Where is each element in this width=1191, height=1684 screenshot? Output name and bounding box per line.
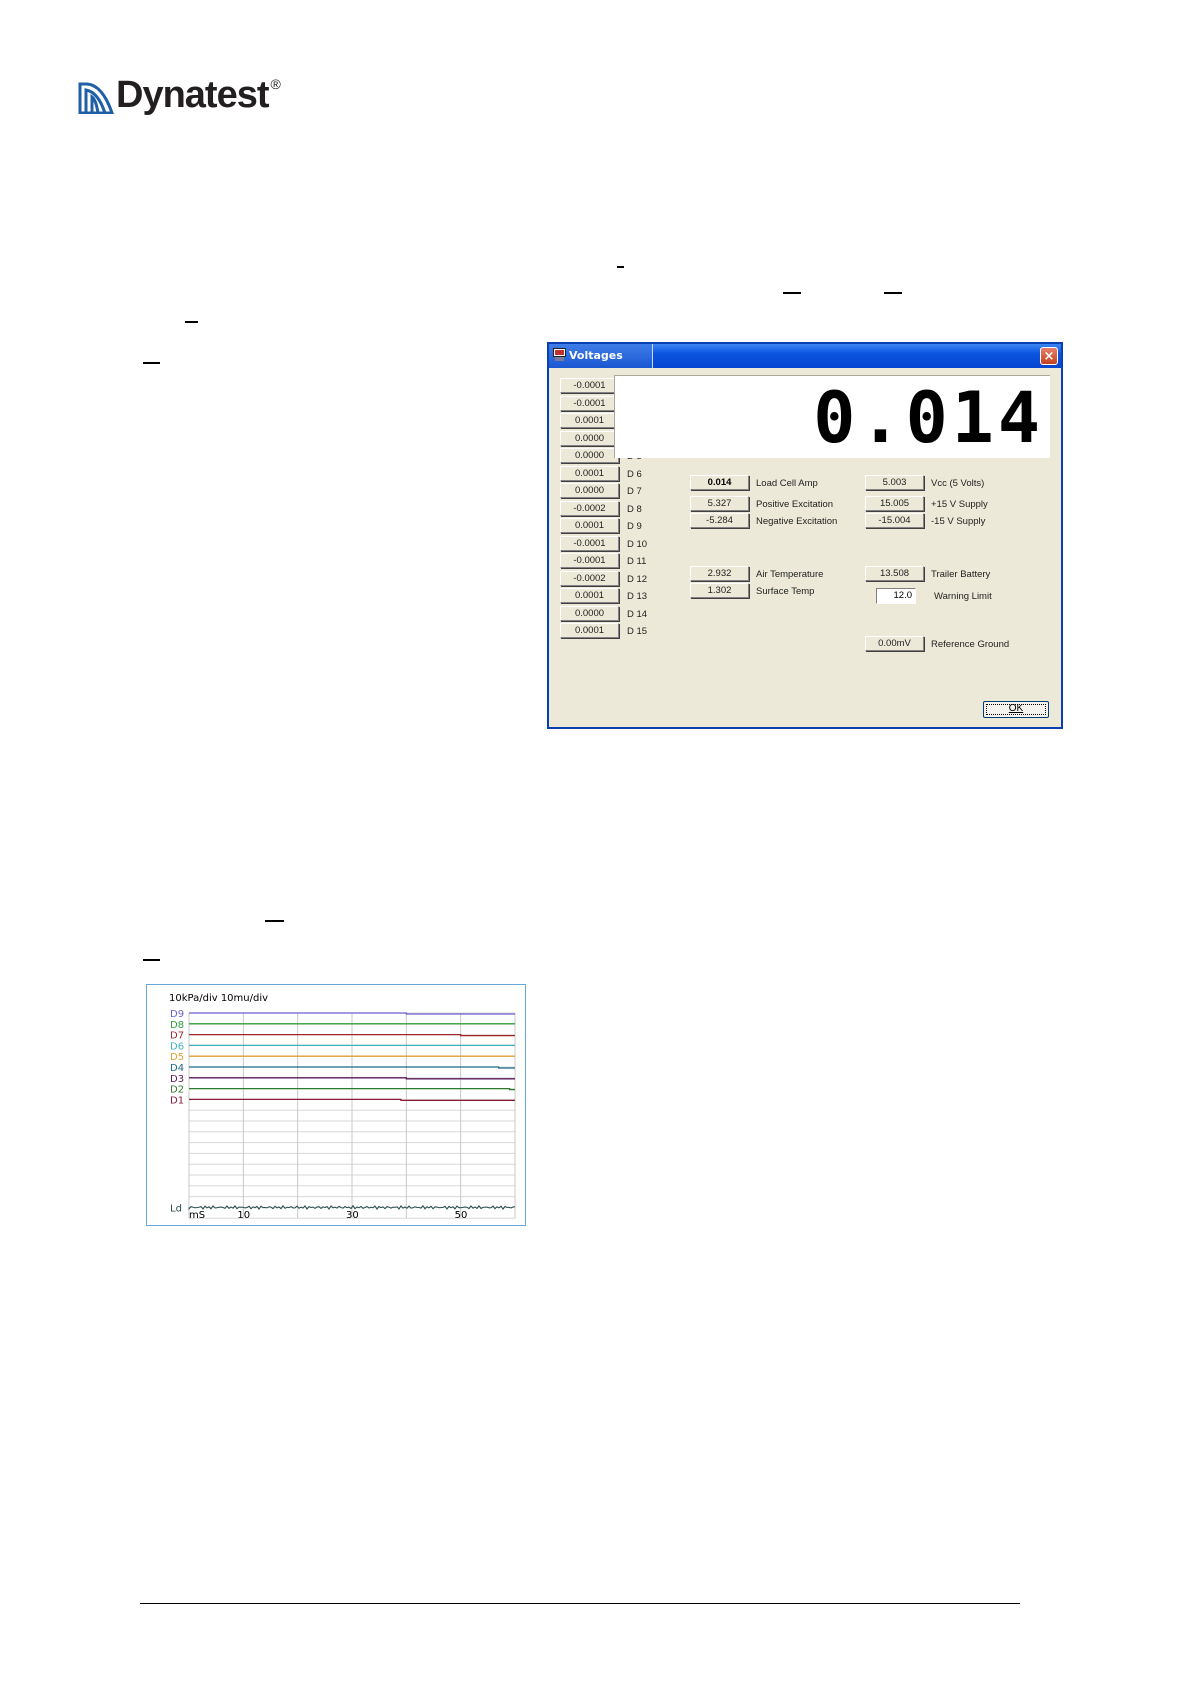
x-tick-label: 10 (237, 1210, 250, 1221)
air-temperature-value: 2.932 (690, 566, 749, 581)
series-label: D4 (170, 1063, 184, 1074)
plus15-supply-label: +15 V Supply (931, 499, 988, 510)
deflector-value: 0.0000 (560, 431, 619, 446)
warning-limit-label: Warning Limit (934, 591, 992, 602)
deflector-label: D 9 (627, 521, 642, 532)
text-mark (783, 292, 801, 294)
deflector-value: -0.0001 (560, 553, 619, 568)
deflector-value: -0.0002 (560, 501, 619, 516)
series-label: D3 (170, 1074, 184, 1085)
deflector-value: 0.0001 (560, 518, 619, 533)
close-button[interactable]: × (1040, 347, 1058, 365)
deflector-value: -0.0001 (560, 396, 619, 411)
text-mark (884, 292, 902, 294)
load-readout-value: 0.014 (813, 377, 1044, 459)
ok-button-label: OK (1008, 703, 1024, 714)
deflector-label: D 13 (627, 591, 648, 602)
trailer-battery-label: Trailer Battery (931, 569, 991, 580)
reference-ground-label: Reference Ground (931, 639, 1010, 650)
plus15-supply-value: 15.005 (865, 496, 924, 511)
positive-excitation-label: Positive Excitation (756, 499, 834, 510)
positive-excitation-value: 5.327 (690, 496, 749, 511)
dialog-titlebar[interactable]: Voltages × (549, 344, 1061, 368)
surface-temp-label: Surface Temp (756, 586, 815, 597)
deflector-value: 0.0001 (560, 466, 619, 481)
deflector-value: 0.0000 (560, 483, 619, 498)
minus15-supply-label: -15 V Supply (931, 516, 986, 527)
ok-button[interactable]: OK (983, 701, 1049, 718)
chart-title: 10kPa/div 10mu/div (169, 993, 268, 1004)
deflector-value: 0.0001 (560, 588, 619, 603)
deflector-value: -0.0002 (560, 571, 619, 586)
negative-excitation-value: -5.284 (690, 513, 749, 528)
series-label: D7 (170, 1031, 184, 1042)
text-mark (143, 959, 160, 961)
dynatest-logo-icon (78, 82, 114, 114)
load-cell-amp-value: 0.014 (690, 475, 749, 490)
series-label: D2 (170, 1085, 184, 1096)
deflection-chart-svg: 10kPa/div 10mu/div D9D8D7D6D5D4D3D2D1 LdmS… (169, 993, 516, 1221)
x-tick-label: 50 (455, 1210, 468, 1221)
minus15-supply-value: -15.004 (865, 513, 924, 528)
deflector-value: -0.0001 (560, 536, 619, 551)
trailer-battery-value: 13.508 (865, 566, 924, 581)
deflector-label: D 15 (627, 626, 648, 637)
deflector-label: D 14 (627, 609, 648, 620)
x-axis-label: mS (189, 1210, 205, 1221)
vcc-value: 5.003 (865, 475, 924, 490)
deflector-label: D 6 (627, 469, 642, 480)
reference-ground-value: 0.00mV (865, 636, 924, 651)
text-mark (185, 321, 198, 323)
series-label: D8 (170, 1020, 184, 1031)
dialog-title: Voltages (569, 349, 623, 362)
negative-excitation-label: Negative Excitation (756, 516, 838, 527)
deflection-chart: 10kPa/div 10mu/div D9 D8 D7 D6 D5 D4 D3 D2 D1 Ld mS… (146, 984, 526, 1226)
logo-wordmark: Dynatest (116, 74, 269, 116)
deflector-label: D 12 (627, 574, 648, 585)
deflector-value: 0.0000 (560, 606, 619, 621)
deflector-value: 0.0001 (560, 623, 619, 638)
series-label: D5 (170, 1052, 184, 1063)
deflector-label: D 7 (627, 486, 642, 497)
footer-rule (140, 1603, 1020, 1604)
text-mark (143, 362, 160, 364)
deflector-label: D 11 (627, 556, 647, 567)
series-label: D1 (170, 1095, 184, 1106)
deflector-label: D 10 (627, 539, 648, 550)
load-cell-amp-label: Load Cell Amp (756, 478, 818, 489)
deflector-value: -0.0001 (560, 378, 619, 393)
dynatest-logo: Dynatest ® (78, 70, 281, 114)
surface-temp-value: 1.302 (690, 583, 749, 598)
load-readout-display: 0.014 (614, 375, 1050, 458)
deflector-value: 0.0000 (560, 448, 619, 463)
deflector-label: D 8 (627, 504, 642, 515)
vcc-label: Vcc (5 Volts) (931, 478, 985, 489)
text-mark (265, 920, 284, 922)
logo-registered-mark: ® (270, 76, 281, 92)
deflector-value: 0.0001 (560, 413, 619, 428)
series-label: D6 (170, 1041, 184, 1052)
series-label: Ld (170, 1203, 182, 1214)
air-temperature-label: Air Temperature (756, 569, 824, 580)
voltmeter-icon (553, 348, 566, 361)
text-mark (617, 266, 624, 268)
series-label: D9 (170, 1009, 184, 1020)
warning-limit-input[interactable]: 12.0 (876, 588, 916, 604)
x-tick-label: 30 (346, 1210, 359, 1221)
